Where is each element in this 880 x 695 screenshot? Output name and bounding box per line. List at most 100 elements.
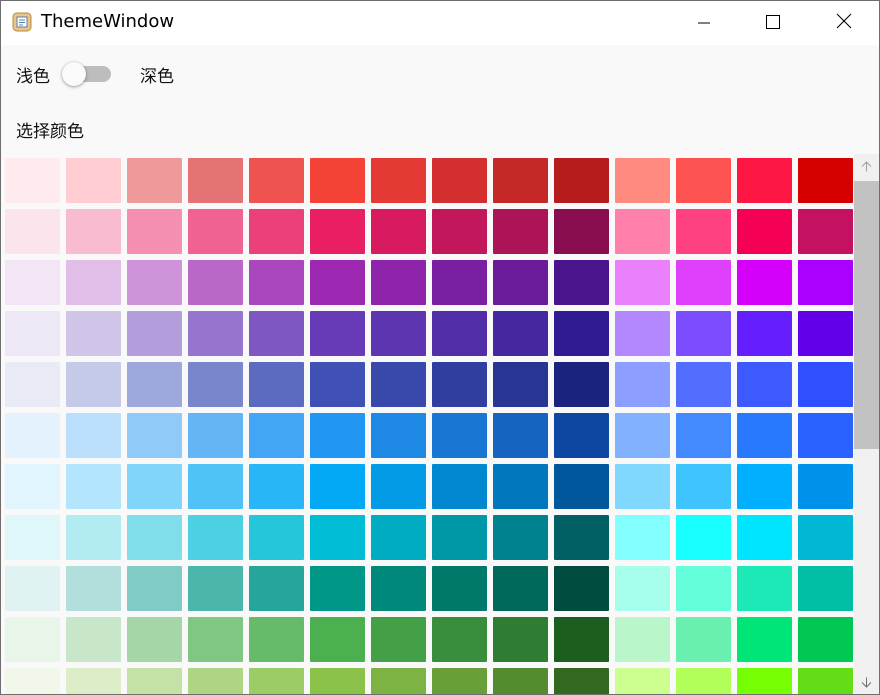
color-swatch[interactable] [188,158,243,203]
color-swatch[interactable] [310,515,365,560]
maximize-button[interactable] [750,1,796,45]
color-swatch[interactable] [127,464,182,509]
color-swatch[interactable] [554,464,609,509]
color-swatch[interactable] [798,311,853,356]
color-swatch[interactable] [371,362,426,407]
color-swatch[interactable] [66,311,121,356]
color-swatch[interactable] [5,566,60,611]
color-swatch[interactable] [554,158,609,203]
color-swatch[interactable] [249,566,304,611]
color-swatch[interactable] [127,668,182,694]
color-swatch[interactable] [66,260,121,305]
color-swatch[interactable] [676,158,731,203]
color-swatch[interactable] [66,668,121,694]
color-swatch[interactable] [493,515,548,560]
color-swatch[interactable] [432,362,487,407]
color-swatch[interactable] [615,362,670,407]
color-swatch[interactable] [371,464,426,509]
color-swatch[interactable] [615,566,670,611]
color-swatch[interactable] [127,260,182,305]
color-swatch[interactable] [554,617,609,662]
color-swatch[interactable] [188,413,243,458]
color-swatch[interactable] [127,158,182,203]
color-swatch[interactable] [371,566,426,611]
color-swatch[interactable] [188,311,243,356]
title-bar[interactable]: ThemeWindow [1,1,879,45]
color-swatch[interactable] [188,464,243,509]
color-swatch[interactable] [493,209,548,254]
color-swatch[interactable] [737,668,792,694]
color-swatch[interactable] [66,362,121,407]
color-swatch[interactable] [676,566,731,611]
color-swatch[interactable] [798,617,853,662]
color-swatch[interactable] [615,668,670,694]
color-swatch[interactable] [310,260,365,305]
color-swatch[interactable] [493,464,548,509]
color-swatch[interactable] [737,158,792,203]
color-swatch[interactable] [798,464,853,509]
color-swatch[interactable] [432,668,487,694]
color-swatch[interactable] [249,668,304,694]
color-swatch[interactable] [554,311,609,356]
color-swatch[interactable] [432,515,487,560]
color-swatch[interactable] [676,209,731,254]
color-swatch[interactable] [371,260,426,305]
color-swatch[interactable] [615,413,670,458]
color-swatch[interactable] [188,515,243,560]
color-swatch[interactable] [310,362,365,407]
color-swatch[interactable] [249,158,304,203]
color-swatch[interactable] [615,311,670,356]
color-swatch[interactable] [798,158,853,203]
color-swatch[interactable] [249,515,304,560]
color-swatch[interactable] [310,464,365,509]
theme-toggle[interactable] [62,62,111,86]
color-swatch[interactable] [188,617,243,662]
color-swatch[interactable] [615,158,670,203]
toggle-knob[interactable] [62,62,86,86]
color-swatch[interactable] [676,668,731,694]
color-swatch[interactable] [127,515,182,560]
color-swatch[interactable] [798,515,853,560]
color-swatch[interactable] [371,515,426,560]
color-swatch[interactable] [5,158,60,203]
color-swatch[interactable] [798,413,853,458]
color-swatch[interactable] [737,413,792,458]
color-swatch[interactable] [310,413,365,458]
color-swatch[interactable] [127,311,182,356]
color-swatch[interactable] [188,209,243,254]
color-swatch[interactable] [371,413,426,458]
color-swatch[interactable] [5,209,60,254]
color-swatch[interactable] [432,158,487,203]
color-swatch[interactable] [432,311,487,356]
color-swatch[interactable] [371,209,426,254]
color-swatch[interactable] [5,413,60,458]
color-swatch[interactable] [432,566,487,611]
color-swatch[interactable] [432,413,487,458]
color-swatch[interactable] [493,362,548,407]
color-swatch[interactable] [5,515,60,560]
color-swatch[interactable] [737,362,792,407]
color-swatch[interactable] [493,566,548,611]
color-swatch[interactable] [737,515,792,560]
color-swatch[interactable] [66,158,121,203]
color-swatch[interactable] [737,566,792,611]
color-swatch[interactable] [676,617,731,662]
scroll-up-button[interactable] [854,154,879,178]
color-swatch[interactable] [615,260,670,305]
color-swatch[interactable] [371,617,426,662]
color-swatch[interactable] [432,260,487,305]
color-swatch[interactable] [615,515,670,560]
color-swatch[interactable] [249,260,304,305]
color-swatch[interactable] [554,209,609,254]
color-swatch[interactable] [676,515,731,560]
scroll-down-button[interactable] [854,670,879,694]
color-swatch[interactable] [554,413,609,458]
color-swatch[interactable] [5,668,60,694]
color-swatch[interactable] [737,311,792,356]
color-swatch[interactable] [127,362,182,407]
color-swatch[interactable] [249,311,304,356]
color-swatch[interactable] [615,209,670,254]
color-swatch[interactable] [432,617,487,662]
color-swatch[interactable] [493,413,548,458]
color-swatch[interactable] [798,566,853,611]
